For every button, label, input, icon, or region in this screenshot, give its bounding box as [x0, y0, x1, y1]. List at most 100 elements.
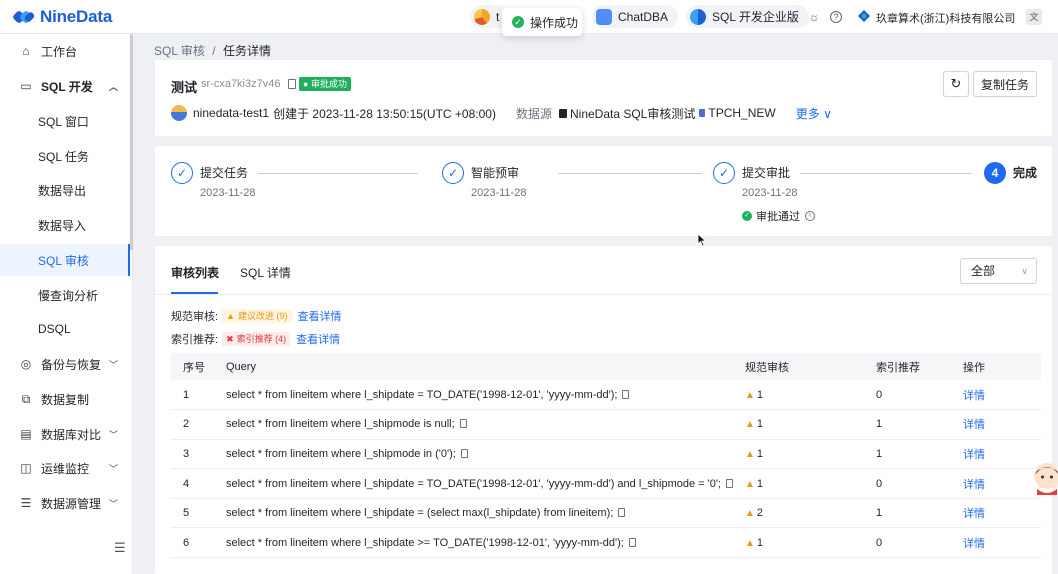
row-query: select * from lineitem where l_shipdate … — [214, 468, 733, 499]
detail-link[interactable]: 详情 — [963, 449, 985, 461]
datasource-label: 数据源 — [515, 106, 552, 121]
tab-sql-detail[interactable]: SQL 详情 — [240, 264, 291, 281]
copy-icon[interactable] — [628, 537, 636, 547]
detail-link[interactable]: 详情 — [963, 479, 985, 491]
spec-review-label: 规范审核: — [171, 311, 219, 323]
sidebar-item-data-export[interactable]: 数据导出 — [0, 174, 130, 206]
copy-icon[interactable] — [726, 478, 733, 488]
refresh-button[interactable]: ↻ — [943, 71, 969, 97]
notification-icon[interactable]: ☼ — [806, 9, 822, 25]
sidebar-item-label: 数据库对比 — [41, 427, 102, 442]
index-view-detail-link[interactable]: 查看详情 — [296, 331, 340, 347]
copy-icon[interactable] — [460, 448, 468, 458]
compare-icon: ▤ — [20, 427, 32, 441]
detail-link[interactable]: 详情 — [963, 419, 985, 431]
sidebar-item-data-import[interactable]: 数据导入 — [0, 209, 130, 241]
sidebar-item-sql-review[interactable]: SQL 审核 — [0, 244, 130, 276]
sidebar-item-label: 数据源管理 — [41, 496, 102, 511]
sidebar-item-datasource[interactable]: ☰ 数据源管理 ﹀ — [0, 487, 130, 519]
datasource-icon: ☰ — [20, 496, 32, 510]
org-name[interactable]: 玖章算术(浙江)科技有限公司 — [876, 10, 1015, 26]
copy-icon[interactable] — [459, 419, 467, 429]
collapse-sidebar-icon[interactable]: ☰ — [114, 540, 126, 556]
backup-icon: ◎ — [20, 357, 32, 371]
query-text: select * from lineitem where l_shipdate … — [226, 477, 721, 490]
chevron-down-icon: ﹀ — [108, 359, 118, 370]
copy-task-button[interactable]: 复制任务 — [973, 71, 1037, 97]
chatdba-pill[interactable]: ChatDBA — [592, 5, 679, 28]
help-icon[interactable]: ? — [830, 11, 842, 23]
sidebar-item-replication[interactable]: ⧉ 数据复制 — [0, 383, 130, 415]
row-index: 1 — [864, 498, 951, 529]
index-review-label: 索引推荐: — [171, 334, 219, 346]
created-text: 创建于 2023-11-28 13:50:15(UTC +08:00) — [273, 106, 496, 121]
detail-link[interactable]: 详情 — [963, 508, 985, 520]
row-index: 0 — [864, 468, 951, 499]
sidebar-item-sql-window[interactable]: SQL 窗口 — [0, 105, 130, 137]
logo[interactable]: NineData — [11, 7, 112, 27]
task-meta: ninedata-test1 创建于 2023-11-28 13:50:15(U… — [171, 105, 832, 121]
sidebar-item-label: SQL 开发 — [41, 79, 93, 94]
step-label: 提交任务 — [200, 166, 249, 180]
assistant-avatar-icon[interactable] — [1032, 461, 1058, 495]
translate-icon[interactable]: 文 — [1026, 9, 1042, 25]
col-header-query: Query — [214, 353, 733, 380]
sidebar-item-label: DSQL — [38, 322, 71, 336]
row-spec: ▲ 1 — [733, 380, 864, 411]
copy-icon[interactable] — [622, 389, 630, 399]
tab-active-indicator — [171, 292, 218, 294]
table-header-row: 序号 Query 规范审核 索引推荐 操作 — [171, 353, 1041, 380]
chevron-down-icon: ﹀ — [108, 498, 118, 509]
row-index: 0 — [864, 527, 951, 559]
org-icon — [856, 9, 872, 25]
copy-icon: ⧉ — [21, 391, 31, 406]
check-icon: ✓ — [442, 162, 464, 184]
check-circle-icon: ✓ — [512, 16, 524, 28]
query-text: select * from lineitem where l_shipdate … — [226, 536, 624, 549]
filter-select[interactable]: 全部 ∨ — [960, 258, 1037, 284]
sidebar-item-workbench[interactable]: ⌂ 工作台 — [0, 35, 130, 67]
row-query: select * from lineitem where l_shipdate … — [214, 498, 733, 529]
step-date: 2023-11-28 — [471, 187, 527, 199]
row-no: 6 — [171, 527, 214, 559]
breadcrumb-parent[interactable]: SQL 审核 — [154, 44, 205, 58]
sidebar-item-dsql[interactable]: DSQL — [0, 313, 130, 345]
more-link[interactable]: 更多 ∨ — [796, 105, 832, 122]
row-no: 2 — [171, 409, 214, 440]
tab-review-list[interactable]: 审核列表 — [171, 264, 219, 281]
success-toast: ✓ 操作成功 — [502, 8, 582, 36]
row-no: 5 — [171, 498, 214, 529]
sidebar-item-monitor[interactable]: ◫ 运维监控 ﹀ — [0, 452, 130, 484]
sidebar-item-slow-query[interactable]: 慢查询分析 — [0, 279, 130, 311]
spec-view-detail-link[interactable]: 查看详情 — [298, 308, 342, 324]
sidebar-item-label: 慢查询分析 — [38, 288, 99, 303]
table-row: 5 select * from lineitem where l_shipdat… — [171, 498, 1041, 529]
detail-link[interactable]: 详情 — [963, 390, 985, 402]
sidebar-scrollbar[interactable] — [130, 34, 133, 250]
sidebar-item-label: 运维监控 — [41, 461, 90, 476]
row-spec: ▲ 1 — [733, 439, 864, 470]
copy-icon[interactable] — [618, 508, 626, 518]
copy-icon[interactable] — [287, 79, 296, 90]
suggest-tag: ▲ 建议改进 (9) — [222, 309, 292, 323]
sidebar-item-label: 工作台 — [41, 44, 78, 59]
sidebar-item-label: 数据导出 — [38, 183, 87, 198]
sidebar-item-sql-task[interactable]: SQL 任务 — [0, 140, 130, 172]
table-row: 6 select * from lineitem where l_shipdat… — [171, 527, 1041, 559]
product-icon — [474, 8, 490, 25]
sidebar-item-sql-dev[interactable]: ▭ SQL 开发 ︿ — [0, 70, 130, 102]
sidebar-item-compare[interactable]: ▤ 数据库对比 ﹀ — [0, 418, 130, 450]
mouse-cursor-icon — [697, 233, 707, 247]
home-icon: ⌂ — [22, 44, 30, 58]
table-row: 1 select * from lineitem where l_shipdat… — [171, 380, 1041, 411]
chatdba-label: ChatDBA — [618, 9, 669, 24]
sidebar-item-backup[interactable]: ◎ 备份与恢复 ﹀ — [0, 348, 130, 380]
sidebar-item-label: SQL 任务 — [38, 149, 89, 164]
edition-pill[interactable]: SQL 开发企业版 — [686, 5, 809, 28]
info-icon[interactable]: i — [805, 211, 815, 221]
col-header-index: 索引推荐 — [864, 353, 951, 380]
step-connector — [800, 173, 972, 174]
spec-count: 1 — [756, 536, 764, 549]
index-tag: ✖ 索引推荐 (4) — [222, 332, 291, 346]
detail-link[interactable]: 详情 — [963, 538, 985, 550]
